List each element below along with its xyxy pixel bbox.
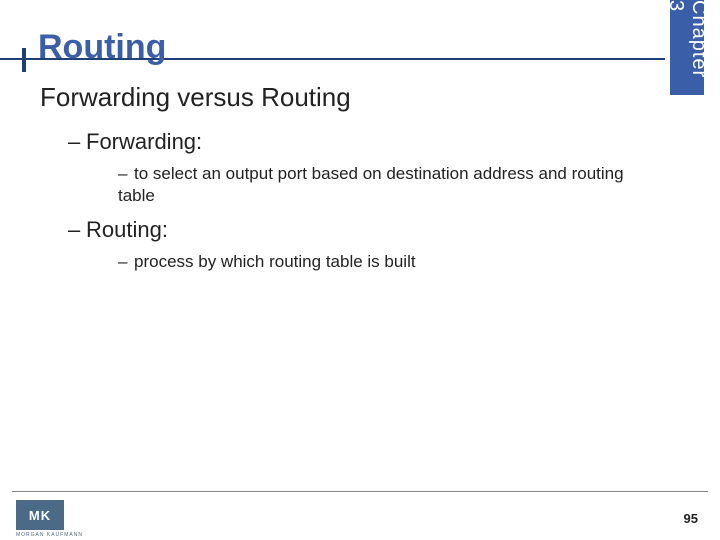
bullet-routing: –Routing: [68, 217, 660, 243]
logo-initials: MK [29, 508, 51, 523]
publisher-name: MORGAN KAUFMANN [16, 532, 83, 538]
dash-icon: – [118, 251, 134, 273]
dash-icon: – [118, 163, 134, 185]
slide-title: Routing [38, 28, 166, 67]
title-bar: Routing [0, 20, 720, 60]
subheading: Forwarding versus Routing [40, 82, 660, 113]
subbullet-forwarding: –to select an output port based on desti… [118, 163, 658, 207]
subbullet-text: process by which routing table is built [134, 252, 416, 271]
subbullet-routing: –process by which routing table is built [118, 251, 658, 273]
bullet-forwarding: –Forwarding: [68, 129, 660, 155]
bullet-label: Routing: [86, 217, 168, 242]
dash-icon: – [68, 129, 86, 155]
bullet-label: Forwarding: [86, 129, 202, 154]
page-number: 95 [684, 511, 698, 526]
publisher-logo: MK [16, 500, 64, 530]
dash-icon: – [68, 217, 86, 243]
title-tick [22, 48, 26, 72]
footer-divider [12, 491, 708, 492]
subbullet-text: to select an output port based on destin… [118, 164, 624, 205]
slide: Chapter 3 Routing Forwarding versus Rout… [0, 0, 720, 540]
content-area: Forwarding versus Routing –Forwarding: –… [40, 82, 660, 283]
